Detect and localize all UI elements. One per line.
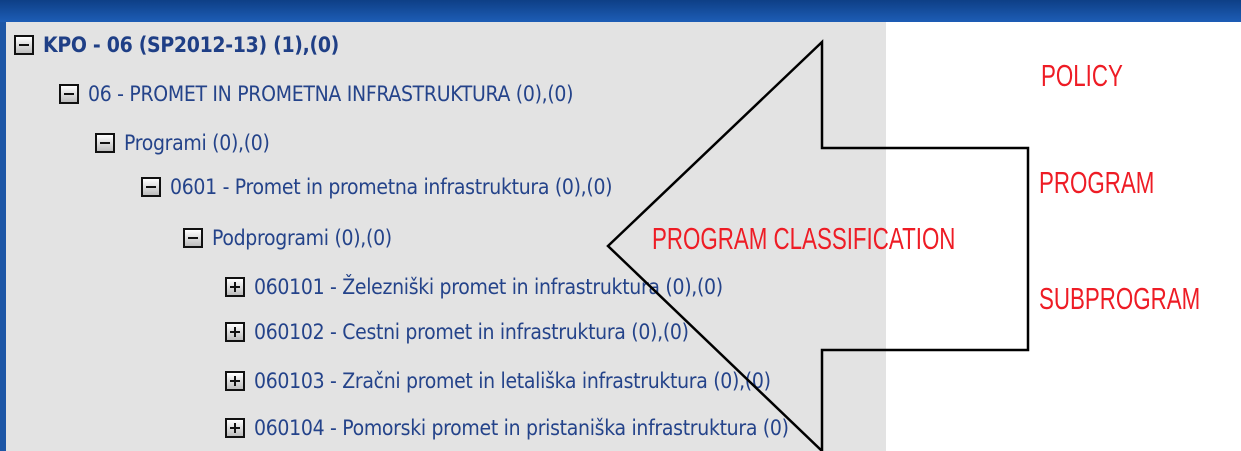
tree-node-subprogram-060103[interactable]: 060103 - Zračni promet in letališka infr… — [225, 365, 771, 397]
tree-node-subprogram-060102[interactable]: 060102 - Cestni promet in infrastruktura… — [225, 316, 689, 348]
collapse-icon[interactable] — [59, 84, 79, 104]
tree-node-label[interactable]: Podprogrami (0),(0) — [212, 226, 392, 250]
subprogram-label: SUBPROGRAM — [1039, 281, 1201, 316]
tree-node-subprogram-060101[interactable]: 060101 - Železniški promet in infrastruk… — [225, 271, 723, 303]
tree-node-label[interactable]: 06 - PROMET IN PROMETNA INFRASTRUKTURA (… — [88, 82, 574, 106]
expand-icon[interactable] — [225, 371, 245, 391]
expand-icon[interactable] — [225, 418, 245, 438]
tree-node-label[interactable]: 060101 - Železniški promet in infrastruk… — [254, 275, 723, 299]
collapse-icon[interactable] — [14, 35, 34, 55]
tree-node-label[interactable]: 060104 - Pomorski promet in pristaniška … — [254, 416, 789, 440]
tree-node-podprogrami[interactable]: Podprogrami (0),(0) — [183, 222, 392, 254]
tree-node-label[interactable]: 0601 - Promet in prometna infrastruktura… — [170, 175, 613, 199]
tree-node-label[interactable]: 060103 - Zračni promet in letališka infr… — [254, 369, 771, 393]
tree-node-label[interactable]: 060102 - Cestni promet in infrastruktura… — [254, 320, 689, 344]
collapse-icon[interactable] — [141, 177, 161, 197]
policy-label: POLICY — [1041, 58, 1123, 93]
expand-icon[interactable] — [225, 277, 245, 297]
tree-node-label[interactable]: KPO - 06 (SP2012-13) (1),(0) — [43, 33, 339, 57]
collapse-icon[interactable] — [183, 228, 203, 248]
program-label: PROGRAM — [1039, 165, 1155, 200]
collapse-icon[interactable] — [95, 133, 115, 153]
tree-node-policy-06[interactable]: 06 - PROMET IN PROMETNA INFRASTRUKTURA (… — [59, 78, 574, 110]
expand-icon[interactable] — [225, 322, 245, 342]
tree-node-kpo-06[interactable]: KPO - 06 (SP2012-13) (1),(0) — [14, 29, 339, 61]
tree-node-label[interactable]: Programi (0),(0) — [124, 131, 270, 155]
tree-node-subprogram-060104[interactable]: 060104 - Pomorski promet in pristaniška … — [225, 412, 789, 444]
window-top-strip — [0, 0, 1241, 22]
arrow-label: PROGRAM CLASSIFICATION — [652, 221, 956, 256]
tree-node-programi[interactable]: Programi (0),(0) — [95, 127, 270, 159]
tree-node-program-0601[interactable]: 0601 - Promet in prometna infrastruktura… — [141, 171, 613, 203]
